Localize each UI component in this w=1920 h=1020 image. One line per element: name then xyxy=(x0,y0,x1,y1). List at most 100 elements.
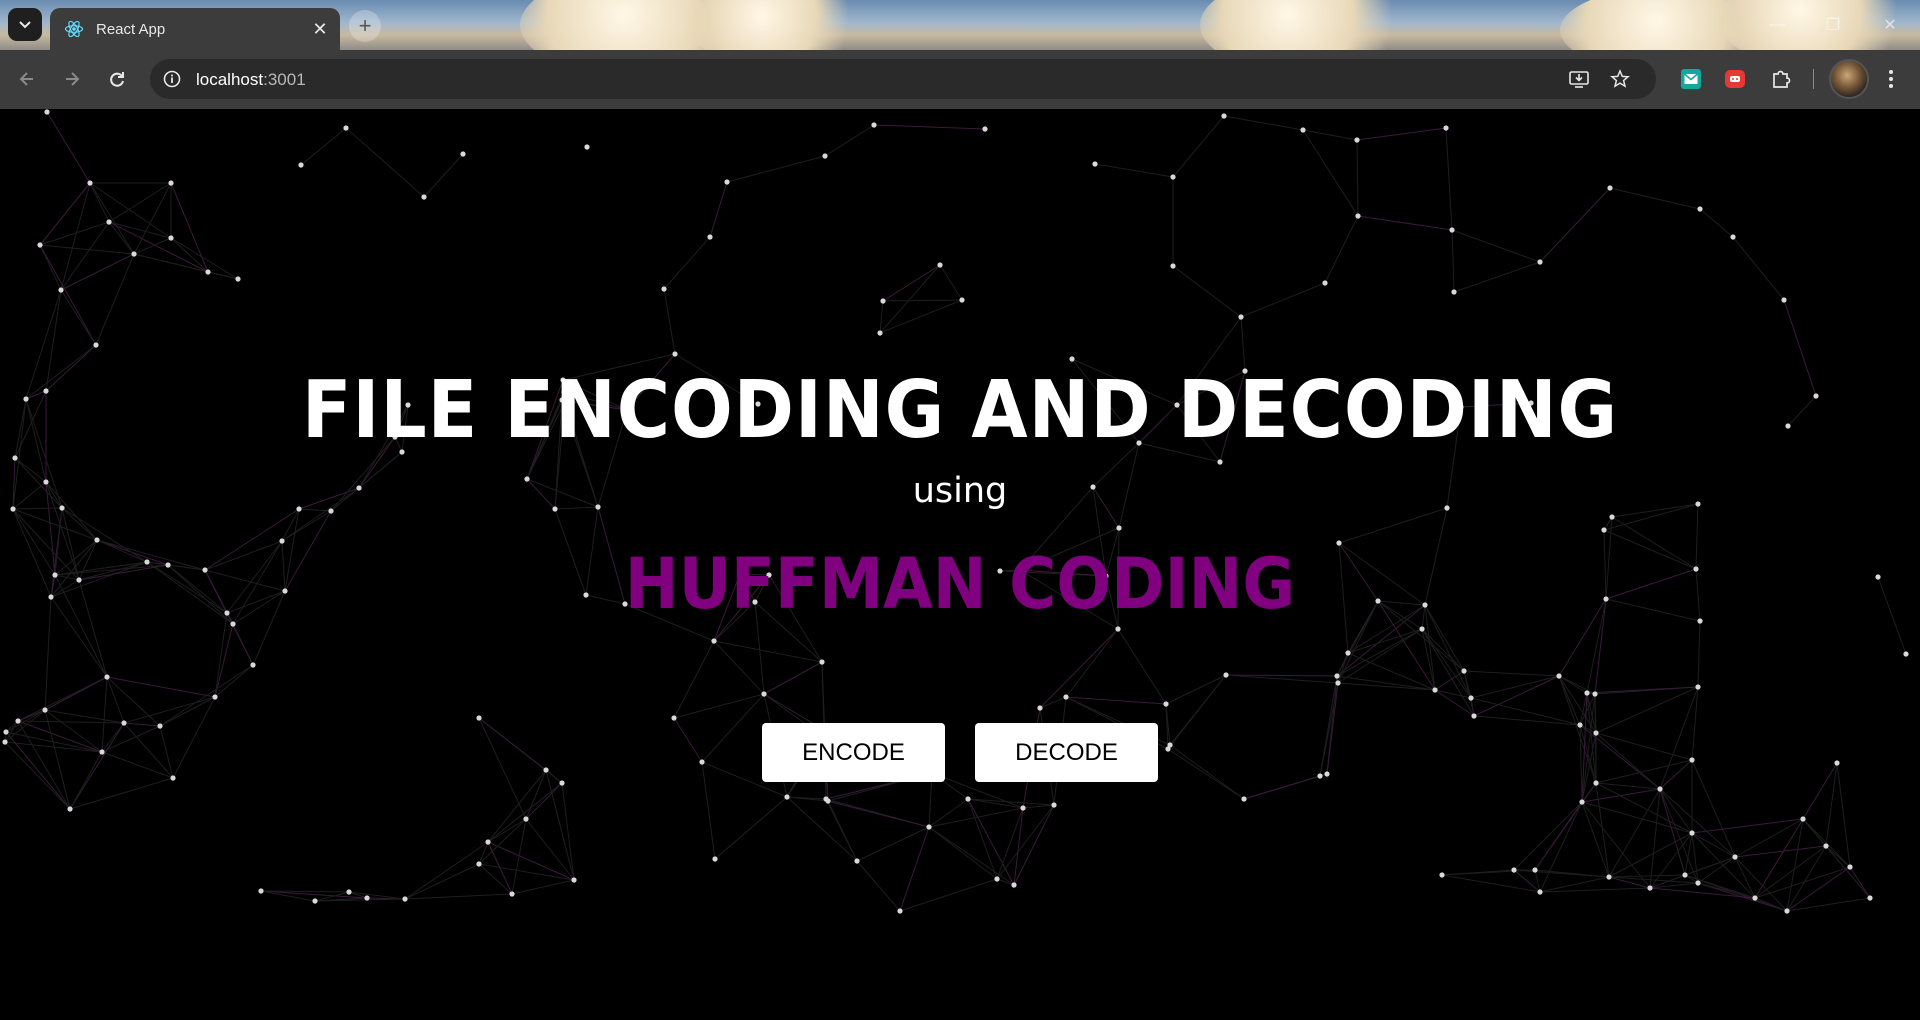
particle-link xyxy=(17,720,125,724)
particle-dot xyxy=(235,276,241,282)
particle-dot xyxy=(298,162,304,168)
particle-dot xyxy=(364,895,370,901)
reload-button[interactable] xyxy=(100,62,134,96)
particle-dot xyxy=(1697,206,1703,212)
particle-dot xyxy=(880,298,886,304)
tab-title: React App xyxy=(96,20,166,38)
particle-dot xyxy=(1354,137,1360,143)
particle-link xyxy=(1802,762,1838,820)
particle-dot xyxy=(42,707,48,713)
red-extension-button[interactable] xyxy=(1718,62,1752,96)
tab-search-button[interactable] xyxy=(8,8,42,41)
address-bar[interactable]: localhost:3001 xyxy=(150,59,1656,99)
particle-dot xyxy=(106,219,112,225)
install-app-icon[interactable] xyxy=(1568,69,1590,89)
particle-link xyxy=(882,299,963,302)
particle-link xyxy=(525,769,547,820)
tab-react-app[interactable]: React App ✕ xyxy=(50,8,340,50)
particle-link xyxy=(1356,127,1447,141)
particle-dot xyxy=(584,144,590,150)
particle-link xyxy=(44,596,52,711)
forward-button[interactable] xyxy=(55,62,89,96)
particle-link xyxy=(46,111,91,184)
particle-link xyxy=(345,127,425,198)
particle-link xyxy=(1421,628,1475,717)
particle-link xyxy=(1691,832,1736,858)
close-window-button[interactable]: ✕ xyxy=(1870,10,1910,40)
particle-dot xyxy=(1419,626,1425,632)
particle-dot xyxy=(1217,459,1223,465)
particle-dot xyxy=(661,286,667,292)
particle-dot xyxy=(37,242,43,248)
particle-link xyxy=(1558,675,1588,694)
particle-dot xyxy=(1345,650,1351,656)
encode-button[interactable]: ENCODE xyxy=(762,723,945,782)
particle-link xyxy=(1065,628,1119,698)
particle-link xyxy=(714,796,788,860)
particle-dot xyxy=(1449,227,1455,233)
particle-dot xyxy=(476,715,482,721)
particle-link xyxy=(786,796,858,862)
particle-link xyxy=(1337,628,1423,684)
browser-menu-button[interactable] xyxy=(1874,62,1908,96)
particle-link xyxy=(701,761,716,860)
info-icon[interactable] xyxy=(162,69,182,89)
particle-dot xyxy=(1116,525,1122,531)
particle-link xyxy=(106,676,216,698)
particle-dot xyxy=(761,691,767,697)
particle-link xyxy=(967,798,1024,809)
particle-link xyxy=(108,221,135,255)
particle-dot xyxy=(1300,127,1306,133)
url-text[interactable]: localhost:3001 xyxy=(196,70,306,90)
particle-link xyxy=(824,124,875,157)
particle-dot xyxy=(1115,626,1121,632)
particle-dot xyxy=(1322,280,1328,286)
particle-link xyxy=(17,720,71,810)
particle-dot xyxy=(2,739,8,745)
particle-dot xyxy=(157,723,163,729)
particle-dot xyxy=(1695,880,1701,886)
particle-link xyxy=(1039,628,1119,709)
particle-link xyxy=(1172,115,1225,178)
particle-link xyxy=(1470,697,1581,726)
particle-dot xyxy=(476,861,482,867)
mail-extension-button[interactable] xyxy=(1674,62,1708,96)
decode-button[interactable]: DECODE xyxy=(975,723,1158,782)
particle-link xyxy=(1094,163,1174,178)
new-tab-button[interactable]: + xyxy=(349,10,381,42)
forward-arrow-icon xyxy=(66,72,80,86)
particle-dot xyxy=(959,297,965,303)
particle-dot xyxy=(1461,668,1467,674)
extensions-button[interactable] xyxy=(1764,62,1798,96)
particle-link xyxy=(69,722,125,810)
particle-link xyxy=(101,725,161,753)
back-button[interactable] xyxy=(10,62,44,96)
particle-link xyxy=(133,182,172,255)
particle-dot xyxy=(3,729,9,735)
particle-dot xyxy=(421,194,427,200)
url-port: :3001 xyxy=(263,70,306,89)
particle-link xyxy=(856,826,930,862)
particle-link xyxy=(1039,696,1067,709)
particle-link xyxy=(12,508,52,598)
particle-dot xyxy=(205,269,211,275)
restore-button[interactable]: ❐ xyxy=(1813,10,1853,40)
particle-dot xyxy=(707,234,713,240)
particle-link xyxy=(1326,682,1339,775)
minimize-button[interactable]: — xyxy=(1757,10,1797,40)
particle-link xyxy=(1699,208,1734,238)
star-icon[interactable] xyxy=(1610,69,1630,89)
particle-link xyxy=(487,769,547,843)
particle-link xyxy=(1595,782,1610,878)
particle-link xyxy=(1223,115,1304,131)
particle-link xyxy=(1302,129,1359,217)
particle-dot xyxy=(1606,874,1612,880)
particle-link xyxy=(1240,316,1246,372)
profile-button[interactable] xyxy=(1829,59,1869,99)
close-tab-icon[interactable]: ✕ xyxy=(308,17,332,41)
particle-link xyxy=(1697,856,1736,884)
particle-dot xyxy=(1468,695,1474,701)
particle-link xyxy=(1539,801,1583,893)
particle-link xyxy=(1451,229,1455,293)
particle-link xyxy=(561,782,575,881)
